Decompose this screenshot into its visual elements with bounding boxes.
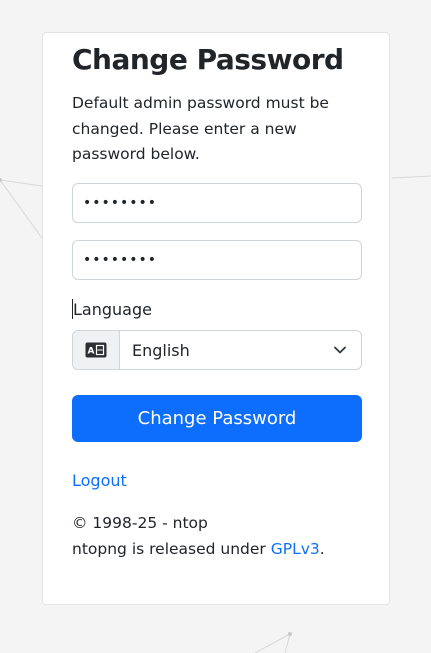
- license-line: ntopng is released under GPLv3.: [72, 537, 325, 563]
- confirm-password-input[interactable]: [72, 240, 362, 280]
- language-select[interactable]: English: [120, 331, 361, 369]
- page-title: Change Password: [72, 43, 344, 76]
- language-label-text: Language: [73, 300, 152, 319]
- copyright-text: © 1998-25 - ntop: [72, 514, 208, 532]
- license-prefix: ntopng is released under: [72, 539, 271, 558]
- chevron-down-icon: [334, 346, 346, 354]
- license-suffix: .: [319, 539, 325, 558]
- language-card-icon: A: [73, 331, 120, 369]
- change-password-card: Change Password Default admin password m…: [42, 32, 390, 605]
- footer: © 1998-25 - ntop ntopng is released unde…: [72, 511, 325, 562]
- language-label: Language: [72, 299, 152, 319]
- svg-text:A: A: [88, 347, 95, 357]
- new-password-input[interactable]: [72, 183, 362, 223]
- instructions-text: Default admin password must be changed. …: [72, 94, 329, 163]
- language-selected-value: English: [132, 340, 190, 360]
- change-password-button[interactable]: Change Password: [72, 395, 362, 442]
- license-link[interactable]: GPLv3: [271, 540, 320, 558]
- language-select-group[interactable]: A English: [72, 330, 362, 370]
- logout-link[interactable]: Logout: [72, 471, 127, 490]
